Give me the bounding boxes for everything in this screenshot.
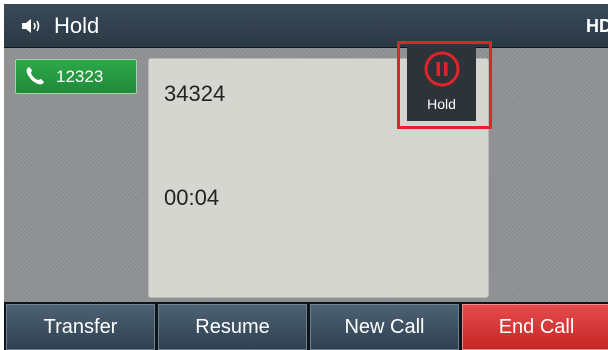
- line-key-12323[interactable]: 12323: [15, 59, 137, 94]
- resume-button[interactable]: Resume: [158, 304, 307, 350]
- hold-button[interactable]: Hold: [407, 47, 476, 121]
- hold-button-label: Hold: [427, 96, 456, 112]
- pause-icon: [424, 51, 460, 87]
- speaker-icon: [22, 19, 40, 33]
- status-bar: Hold HD: [4, 4, 608, 48]
- call-status-title: Hold: [54, 13, 100, 38]
- new-call-button[interactable]: New Call: [310, 304, 459, 350]
- hd-badge: HD: [586, 16, 608, 36]
- line-key-label: 12323: [56, 67, 104, 86]
- phone-icon: [26, 67, 44, 85]
- remote-number: 34324: [164, 81, 226, 106]
- end-call-button[interactable]: End Call: [462, 304, 608, 350]
- hold-highlight-box: Hold: [397, 41, 492, 129]
- transfer-button[interactable]: Transfer: [6, 304, 155, 350]
- call-area: 12323 34324 00:04: [4, 48, 608, 302]
- phone-screen: Hold HD 12323 34324 00:04 Hold Transfer …: [4, 4, 608, 350]
- softkey-bar: Transfer Resume New Call End Call: [4, 302, 608, 350]
- call-duration: 00:04: [164, 185, 220, 210]
